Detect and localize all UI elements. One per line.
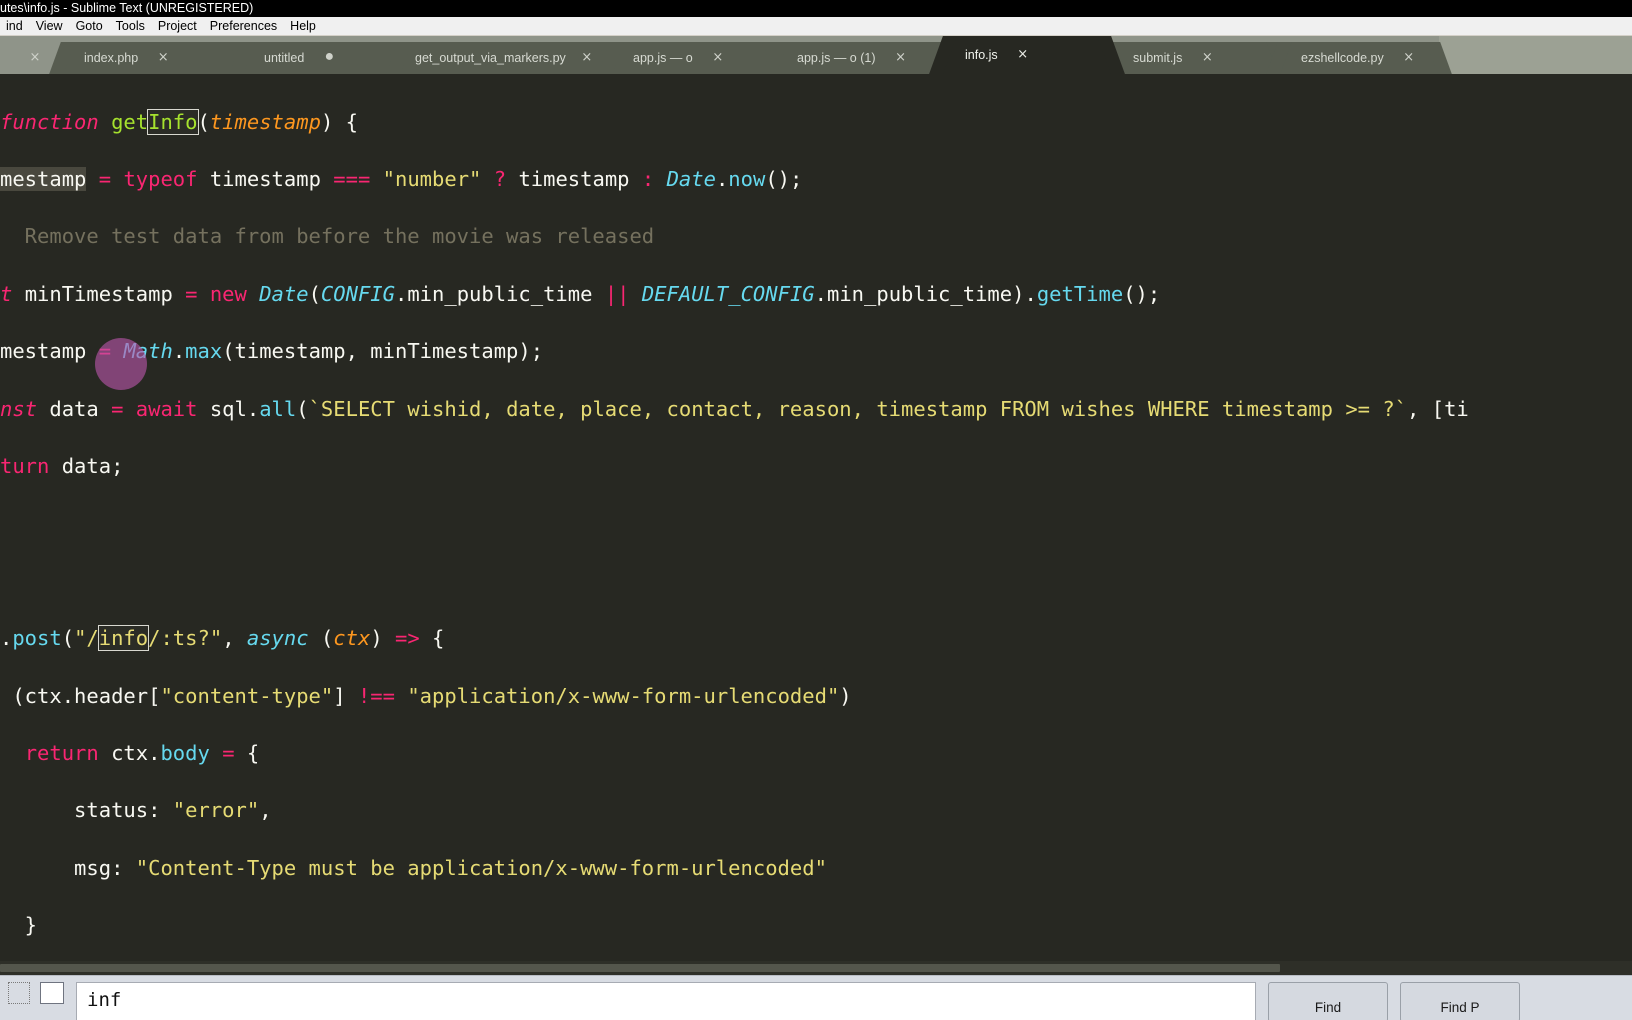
find-input[interactable]: inf	[76, 982, 1256, 1020]
code-line: mestamp = typeof timestamp === "number" …	[0, 167, 803, 192]
code-line: (ctx.header["content-type"] !== "applica…	[0, 683, 852, 708]
menu-item-find[interactable]: ind	[0, 18, 30, 35]
tabbar-empty-area	[1439, 36, 1632, 74]
menu-item-preferences[interactable]: Preferences	[204, 18, 284, 35]
tab-label: app.js — o (1)	[797, 51, 876, 65]
menu-item-project[interactable]: Project	[152, 18, 204, 35]
code-content[interactable]: function getInfo(timestamp) { mestamp = …	[0, 74, 1469, 975]
tab-label: app.js — o	[633, 51, 693, 65]
tab-close-icon[interactable]: ×	[1190, 51, 1224, 66]
tab-label: index.php	[84, 51, 139, 65]
find-button[interactable]: Find	[1268, 982, 1388, 1020]
tab-close-icon[interactable]: ×	[18, 51, 52, 66]
code-line: return ctx.body = {	[24, 741, 260, 765]
code-line: turn data;	[0, 454, 124, 479]
code-line: mestamp = Math.max(timestamp, minTimesta…	[0, 339, 544, 364]
tab-close-icon[interactable]: ×	[146, 51, 180, 66]
code-line: Remove test data from before the movie w…	[0, 224, 655, 249]
tab-dirty-dot-icon[interactable]: ●	[312, 48, 346, 68]
tab-close-icon[interactable]: ×	[884, 51, 918, 66]
scrollbar-thumb[interactable]	[0, 964, 1280, 972]
code-line: msg: "Content-Type must be application/x…	[0, 855, 827, 880]
tab-close-icon[interactable]: ×	[701, 51, 735, 66]
tab-app-js-o-1[interactable]: app.js — o (1) ×	[762, 42, 956, 74]
find-prev-button[interactable]: Find P	[1400, 982, 1520, 1020]
code-line: status: "error",	[0, 798, 272, 823]
menu-item-goto[interactable]: Goto	[70, 18, 110, 35]
tab-get-output-via-markers-py[interactable]: get_output_via_markers.py ×	[386, 42, 624, 74]
tab-info-js[interactable]: info.js ×	[929, 36, 1125, 74]
tab-close-icon[interactable]: ×	[574, 51, 600, 66]
code-editor[interactable]: function getInfo(timestamp) { mestamp = …	[0, 74, 1632, 975]
code-line: t minTimestamp = new Date(CONFIG.min_pub…	[0, 281, 1161, 306]
tab-ezshellcode-py[interactable]: ezshellcode.py ×	[1266, 42, 1452, 74]
find-regex-checkbox[interactable]	[40, 982, 64, 1004]
find-panel: inf Find Find P	[0, 975, 1632, 1020]
tab-close-icon[interactable]: ×	[1392, 51, 1426, 66]
menubar: ind View Goto Tools Project Preferences …	[0, 17, 1632, 36]
tab-label: submit.js	[1133, 51, 1183, 65]
tab-index-php[interactable]: index.php ×	[49, 42, 255, 74]
tab-label: get_output_via_markers.py	[415, 51, 566, 65]
code-line: nst data = await sql.all(`SELECT wishid,…	[0, 396, 1469, 421]
window-titlebar: utes\info.js - Sublime Text (UNREGISTERE…	[0, 0, 1632, 17]
tab-label: ezshellcode.py	[1301, 51, 1384, 65]
code-line: function getInfo(timestamp) {	[0, 108, 358, 135]
tab-untitled[interactable]: untitled ●	[229, 42, 412, 74]
tab-close-icon[interactable]: ×	[1006, 48, 1040, 63]
code-line: }	[0, 913, 38, 938]
window-title: utes\info.js - Sublime Text (UNREGISTERE…	[0, 1, 254, 15]
find-expand-toggle-icon[interactable]	[8, 982, 30, 1004]
horizontal-scrollbar[interactable]	[0, 961, 1632, 975]
code-line: .post("/info/:ts?", async (ctx) => {	[0, 625, 445, 652]
editor-tabbar: × index.php × untitled ● get_output_via_…	[0, 36, 1632, 74]
tab-submit-js[interactable]: submit.js ×	[1098, 42, 1292, 74]
menu-item-tools[interactable]: Tools	[110, 18, 152, 35]
tab-label: info.js	[965, 48, 998, 62]
menu-item-help[interactable]: Help	[284, 18, 323, 35]
tab-label: untitled	[264, 51, 305, 65]
menu-item-view[interactable]: View	[30, 18, 70, 35]
tab-app-js-o[interactable]: app.js — o ×	[598, 42, 788, 74]
